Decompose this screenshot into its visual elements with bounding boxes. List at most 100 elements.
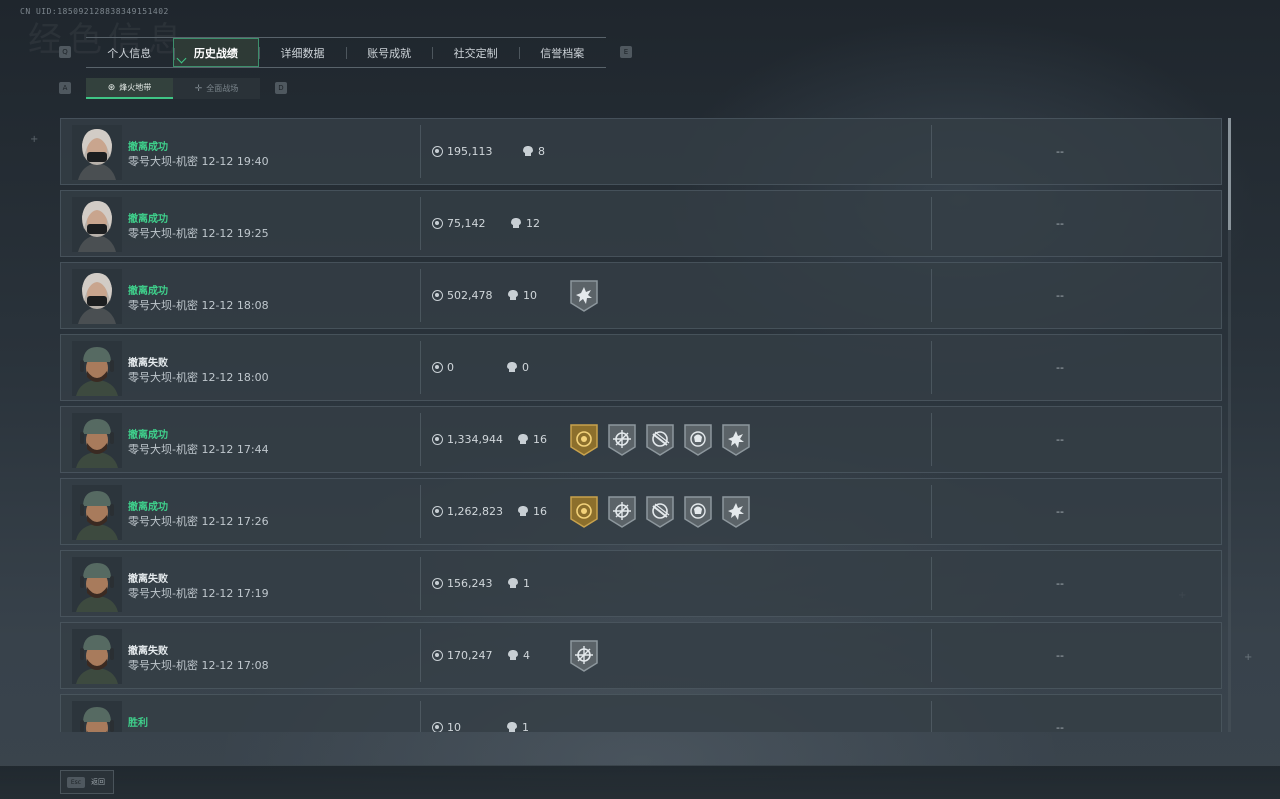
kill-count: 0 [507,361,529,374]
column-divider [420,341,421,394]
map-and-time: 零号大坝-机密 12-12 17:08 [128,659,269,672]
burst-badge-icon[interactable] [721,495,751,533]
operator-avatar [72,125,122,180]
operator-avatar [72,269,122,324]
coin-icon [432,434,443,445]
tab-detailed-data[interactable]: 详细数据 [259,38,346,67]
extraction-status: 撤离失败 [128,574,168,585]
operator-avatar [72,197,122,252]
column-divider [420,629,421,682]
skull-icon [507,362,517,373]
back-button[interactable]: Esc 返回 [60,770,114,794]
match-record-row[interactable]: 撤离失败 零号大坝-机密 12-12 17:08 170,247 4 -- [60,622,1222,689]
kill-count-text: 16 [533,505,547,518]
tab-achievements[interactable]: 账号成就 [345,38,433,67]
coin-icon [432,722,443,732]
match-record-row[interactable]: 胜利 10 1 -- [60,694,1222,732]
scrollbar-thumb[interactable] [1228,118,1231,230]
crosshair-badge-icon[interactable] [607,423,637,461]
male-operator-portrait [72,701,122,732]
tab-label: 历史战绩 [193,46,238,60]
skull-badge-icon[interactable] [683,495,713,533]
medal-list [569,495,751,533]
match-record-row[interactable]: 撤离失败 零号大坝-机密 12-12 17:19 156,243 1 -- [60,550,1222,617]
extraction-status: 撤离成功 [128,430,168,441]
loot-value-text: 195,113 [447,145,493,158]
match-record-row[interactable]: 撤离成功 零号大坝-机密 12-12 19:40 195,113 8 -- [60,118,1222,185]
column-divider [931,701,932,732]
column-divider [931,413,932,466]
extraction-status: 撤离失败 [128,358,168,369]
match-record-row[interactable]: 撤离成功 零号大坝-机密 12-12 18:08 502,478 10 -- [60,262,1222,329]
zone-icon: ⊛ [107,82,116,93]
kill-count-text: 12 [526,217,540,230]
kill-count-text: 4 [523,649,530,662]
column-divider [931,125,932,178]
loot-value-text: 170,247 [447,649,493,662]
extra-stat: -- [1056,721,1064,732]
loot-value: 75,142 [432,217,486,230]
decor-crosshair: + [1244,652,1253,663]
male-operator-portrait [72,341,122,396]
male-operator-portrait [72,557,122,612]
match-record-row[interactable]: 撤离成功 零号大坝-机密 12-12 19:25 75,142 12 -- [60,190,1222,257]
medal-list [569,639,599,677]
next-tab-key[interactable]: E [620,46,632,58]
tab-match-history[interactable]: 历史战绩 [172,38,260,67]
operator-avatar [72,485,122,540]
crosshair-badge-icon[interactable] [607,495,637,533]
slash-badge-icon[interactable] [645,495,675,533]
tab-label: 烽火地带 [119,83,152,92]
burst-badge-icon[interactable] [569,279,599,317]
prev-mode-key[interactable]: A [59,82,71,94]
loot-value-text: 10 [447,721,461,732]
match-record-row[interactable]: 撤离成功 零号大坝-机密 12-12 17:44 1,334,944 16 -- [60,406,1222,473]
medal-list [569,279,599,317]
skull-icon [507,722,517,732]
extra-stat: -- [1056,505,1064,518]
tab-reputation[interactable]: 信誉档案 [518,38,606,67]
loot-value-text: 156,243 [447,577,493,590]
extra-stat: -- [1056,289,1064,302]
tab-mode-battlefield[interactable]: ✛ 全面战场 [173,78,260,99]
tab-label: 信誉档案 [540,46,585,60]
tab-label: 个人信息 [107,46,152,60]
kill-count-text: 8 [538,145,545,158]
extraction-status: 撤离失败 [128,646,168,657]
esc-key: Esc [67,776,85,788]
operator-avatar [72,557,122,612]
gold-badge-icon[interactable] [569,495,599,533]
gold-badge-icon[interactable] [569,423,599,461]
coin-icon [432,578,443,589]
tab-personal-info[interactable]: 个人信息 [86,38,173,67]
prev-tab-key[interactable]: Q [59,46,71,58]
coin-icon [432,650,443,661]
loot-value-text: 1,334,944 [447,433,503,446]
column-divider [420,413,421,466]
skull-icon [523,146,533,157]
skull-icon [518,506,528,517]
column-divider [931,557,932,610]
operator-avatar [72,701,122,732]
match-record-row[interactable]: 撤离成功 零号大坝-机密 12-12 17:26 1,262,823 16 -- [60,478,1222,545]
match-record-row[interactable]: 撤离失败 零号大坝-机密 12-12 18:00 0 0 -- [60,334,1222,401]
main-tabs: 个人信息 历史战绩 详细数据 账号成就 社交定制 信誉档案 [86,37,606,68]
tab-social-custom[interactable]: 社交定制 [432,38,519,67]
extra-stat: -- [1056,145,1064,158]
column-divider [420,701,421,732]
tab-mode-zone[interactable]: ⊛ 烽火地带 [86,78,173,99]
match-list[interactable]: 撤离成功 零号大坝-机密 12-12 19:40 195,113 8 -- 撤离成功 零号大… [60,118,1223,732]
loot-value: 1,334,944 [432,433,503,446]
slash-badge-icon[interactable] [645,423,675,461]
skull-icon [508,578,518,589]
female-operator-portrait [72,269,122,324]
kill-count: 1 [508,577,530,590]
male-operator-portrait [72,485,122,540]
skull-badge-icon[interactable] [683,423,713,461]
crosshair-badge-icon[interactable] [569,639,599,677]
scrollbar[interactable] [1228,118,1231,732]
next-mode-key[interactable]: D [275,82,287,94]
male-operator-portrait [72,629,122,684]
burst-badge-icon[interactable] [721,423,751,461]
female-operator-portrait [72,197,122,252]
